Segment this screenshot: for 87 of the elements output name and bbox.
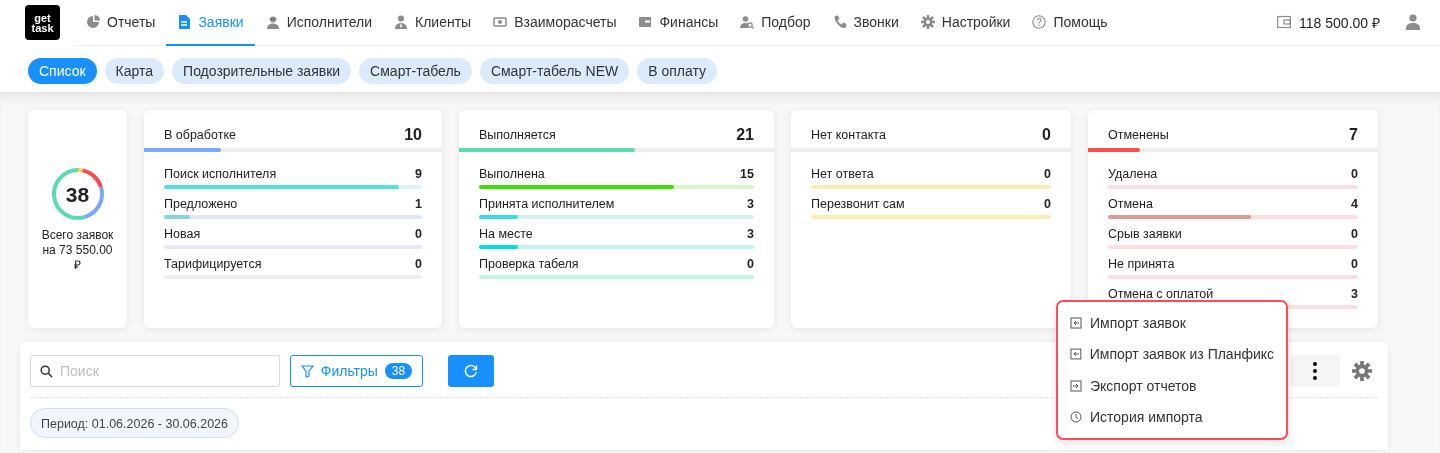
menu-item[interactable]: Экспорт отчетов: [1058, 370, 1286, 402]
view-tab[interactable]: Смарт-табель: [359, 58, 472, 84]
status-count: 1: [415, 196, 422, 212]
group-count: 21: [736, 126, 754, 144]
status-label: Нет ответа: [811, 166, 874, 182]
pie-chart-icon: [86, 14, 100, 29]
status-label: Проверка табеля: [479, 256, 579, 272]
total-caption: Всего заявок на 73 550.00 ₽: [41, 227, 114, 273]
search-field[interactable]: Поиск: [30, 355, 280, 387]
refresh-button[interactable]: [448, 355, 494, 387]
group-title: Отменены: [1108, 128, 1169, 142]
nav-tab[interactable]: Взаиморасчеты: [482, 0, 628, 46]
status-count: 4: [1351, 196, 1358, 212]
menu-item[interactable]: Импорт заявок: [1058, 307, 1286, 339]
group-title: Нет контакта: [811, 128, 886, 142]
search-icon: [40, 365, 53, 378]
status-count: 0: [415, 256, 422, 272]
person-tie-icon: [394, 14, 409, 29]
status-count: 15: [740, 166, 754, 182]
nav-tab[interactable]: Отчеты: [75, 0, 167, 46]
view-tab[interactable]: Смарт-табель NEW: [479, 58, 630, 84]
nav-tab[interactable]: Настройки: [909, 0, 1022, 46]
user-icon[interactable]: [1406, 14, 1420, 30]
status-label: Отмена с оплатой: [1108, 286, 1214, 302]
more-button[interactable]: [1290, 355, 1340, 387]
view-tab[interactable]: Карта: [104, 58, 165, 84]
group-count: 10: [404, 126, 422, 144]
settings-icon[interactable]: [1352, 361, 1372, 381]
menu-item[interactable]: История импорта: [1058, 401, 1286, 433]
history-icon: [1070, 411, 1082, 424]
document-icon: [177, 14, 192, 29]
group-title: В обработке: [164, 128, 236, 142]
period-chip[interactable]: Период: 01.06.2026 - 30.06.2026: [30, 408, 240, 438]
menu-item[interactable]: Импорт заявок из Планфикс: [1058, 338, 1286, 370]
status-count: 0: [1351, 226, 1358, 242]
view-tab[interactable]: Подозрительные заявки: [172, 58, 352, 84]
nav-tab[interactable]: Финансы: [627, 0, 730, 46]
filter-count-badge: 38: [384, 363, 413, 379]
total-count: 38: [64, 182, 91, 207]
group-count: 7: [1349, 126, 1358, 144]
status-label: Тарифицируется: [164, 256, 262, 272]
status-count: 3: [747, 196, 754, 212]
logo[interactable]: get task: [25, 5, 60, 40]
nav-tab[interactable]: Исполнители: [254, 0, 384, 46]
nav-tab[interactable]: Клиенты: [383, 0, 483, 46]
view-tab[interactable]: В оплату: [637, 58, 717, 84]
status-count: 0: [1351, 256, 1358, 272]
status-label: Перезвонит сам: [811, 196, 905, 212]
status-count: 0: [415, 226, 422, 242]
donut-ring: [49, 165, 106, 222]
status-label: Поиск исполнителя: [164, 166, 277, 182]
group-count: 0: [1042, 126, 1051, 144]
status-label: На месте: [479, 226, 533, 242]
status-count: 0: [1044, 166, 1051, 182]
help-icon: [1032, 14, 1047, 29]
phone-icon: [832, 14, 847, 29]
refresh-icon: [464, 364, 478, 378]
worker-icon: [265, 14, 280, 29]
status-label: Выполнена: [479, 166, 545, 182]
status-label: Срыв заявки: [1108, 226, 1182, 242]
balance-amount: 118 500.00 ₽: [1299, 13, 1380, 32]
nav-tab[interactable]: Подбор: [729, 0, 822, 46]
status-count: 0: [1044, 196, 1051, 212]
export-icon: [1070, 379, 1082, 392]
status-count: 3: [747, 226, 754, 242]
logo-text: get: [34, 12, 51, 23]
status-label: Принята исполнителем: [479, 196, 615, 212]
person-search-icon: [740, 14, 755, 29]
status-count: 9: [415, 166, 422, 182]
status-label: Не принята: [1108, 256, 1175, 272]
status-label: Отмена: [1108, 196, 1153, 212]
filter-icon: [300, 364, 314, 378]
wallet-icon: [1277, 15, 1292, 29]
nav-tab[interactable]: Помощь: [1021, 0, 1119, 46]
import-icon: [1070, 348, 1082, 361]
import-icon: [1070, 316, 1082, 329]
status-count: 0: [747, 256, 754, 272]
status-count: 0: [1351, 166, 1358, 182]
nav-tab[interactable]: Звонки: [821, 0, 910, 46]
status-label: Предложено: [164, 196, 238, 212]
more-icon: [1313, 362, 1317, 380]
status-count: 3: [1351, 286, 1358, 302]
status-label: Новая: [164, 226, 201, 242]
settings-icon: [920, 14, 935, 29]
wallet-icon: [638, 14, 653, 29]
group-title: Выполняется: [479, 128, 556, 142]
status-label: Удалена: [1108, 166, 1158, 182]
